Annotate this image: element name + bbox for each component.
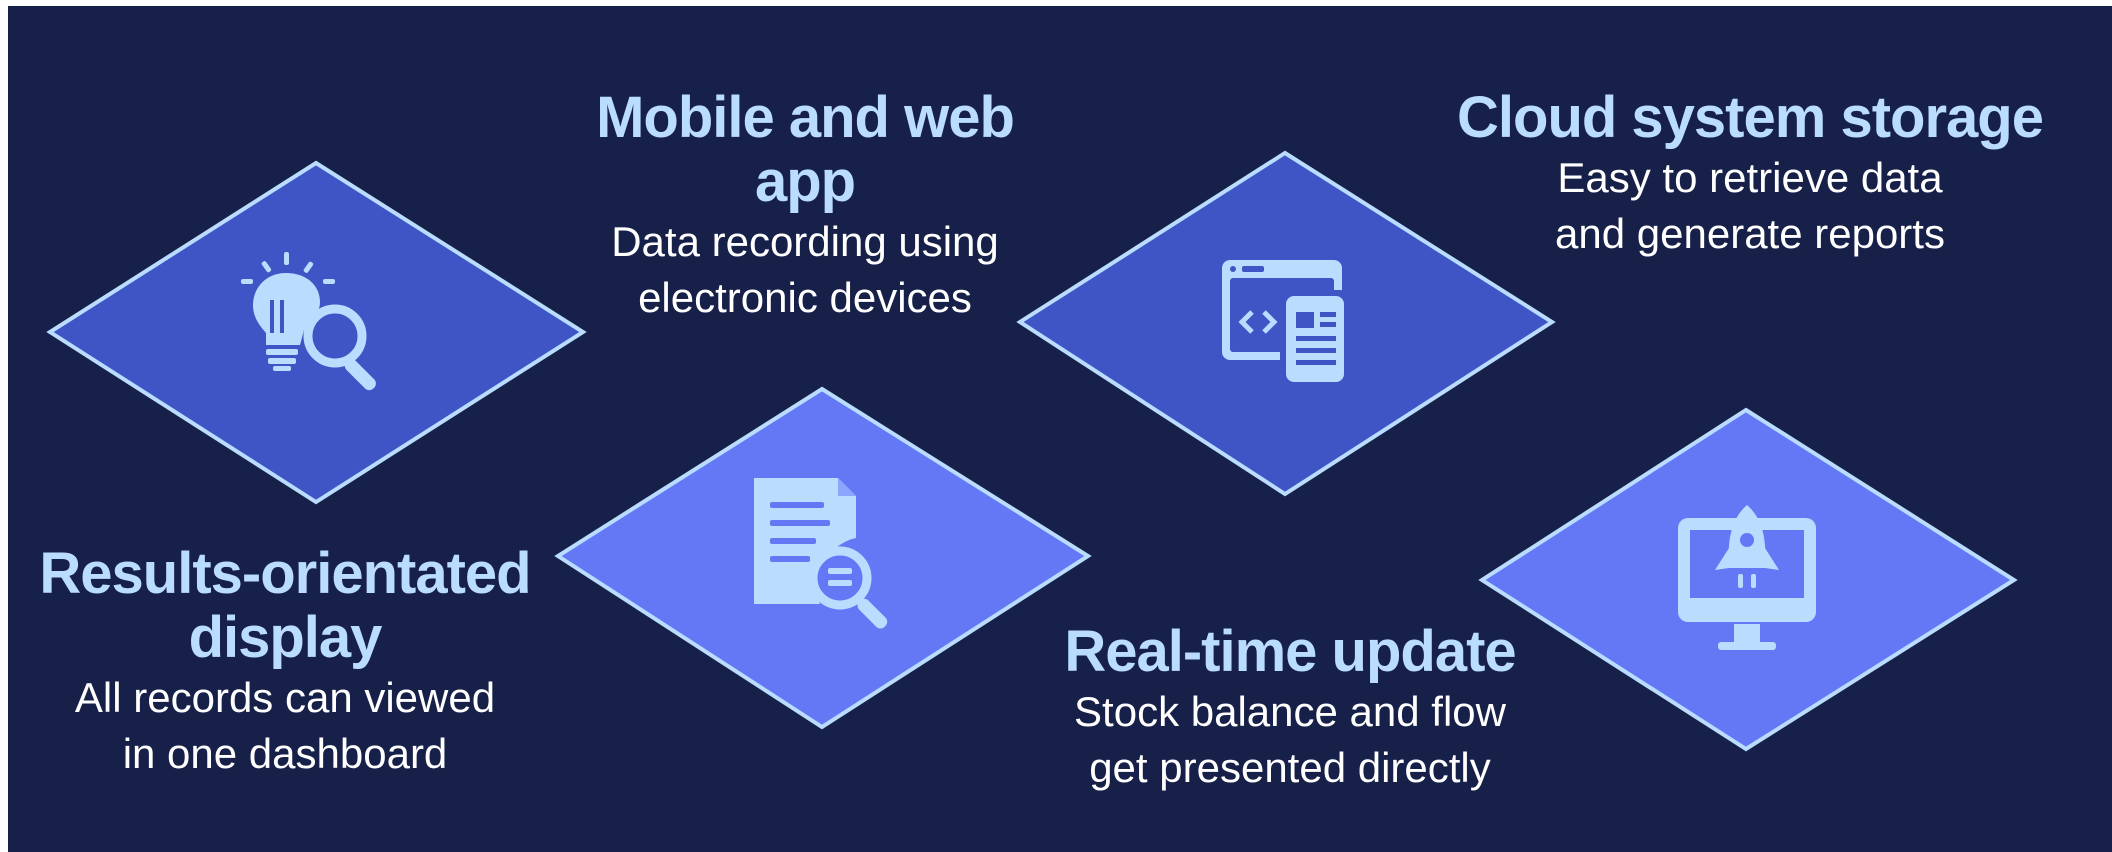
feature-title: Results-orientated display: [39, 541, 531, 670]
feature-title: Mobile and web app: [596, 85, 1015, 214]
feature-title: Real-time update: [1064, 619, 1516, 684]
feature-mobile-web: Mobile and web app Data recording using …: [545, 86, 1065, 326]
feature-title: Cloud system storage: [1457, 85, 2044, 150]
diamond-realtime: [1478, 407, 2018, 752]
feature-results: Results-orientated display All records c…: [30, 542, 540, 782]
diamond-results: [46, 160, 587, 505]
feature-desc-line2: electronic devices: [638, 274, 972, 321]
feature-desc-line1: Stock balance and flow: [1074, 688, 1506, 735]
feature-desc-line1: Easy to retrieve data: [1557, 154, 1943, 201]
feature-desc-line1: All records can viewed: [74, 674, 496, 721]
feature-realtime: Real-time update Stock balance and flow …: [1030, 620, 1550, 796]
feature-desc-line2: get presented directly: [1089, 744, 1491, 791]
diamond-mobile-web: [554, 386, 1092, 730]
feature-cloud: Cloud system storage Easy to retrieve da…: [1440, 86, 2060, 262]
feature-desc-line1: Data recording using: [611, 218, 999, 265]
feature-desc-line2: and generate reports: [1555, 210, 1945, 257]
feature-desc-line2: in one dashboard: [122, 730, 448, 777]
